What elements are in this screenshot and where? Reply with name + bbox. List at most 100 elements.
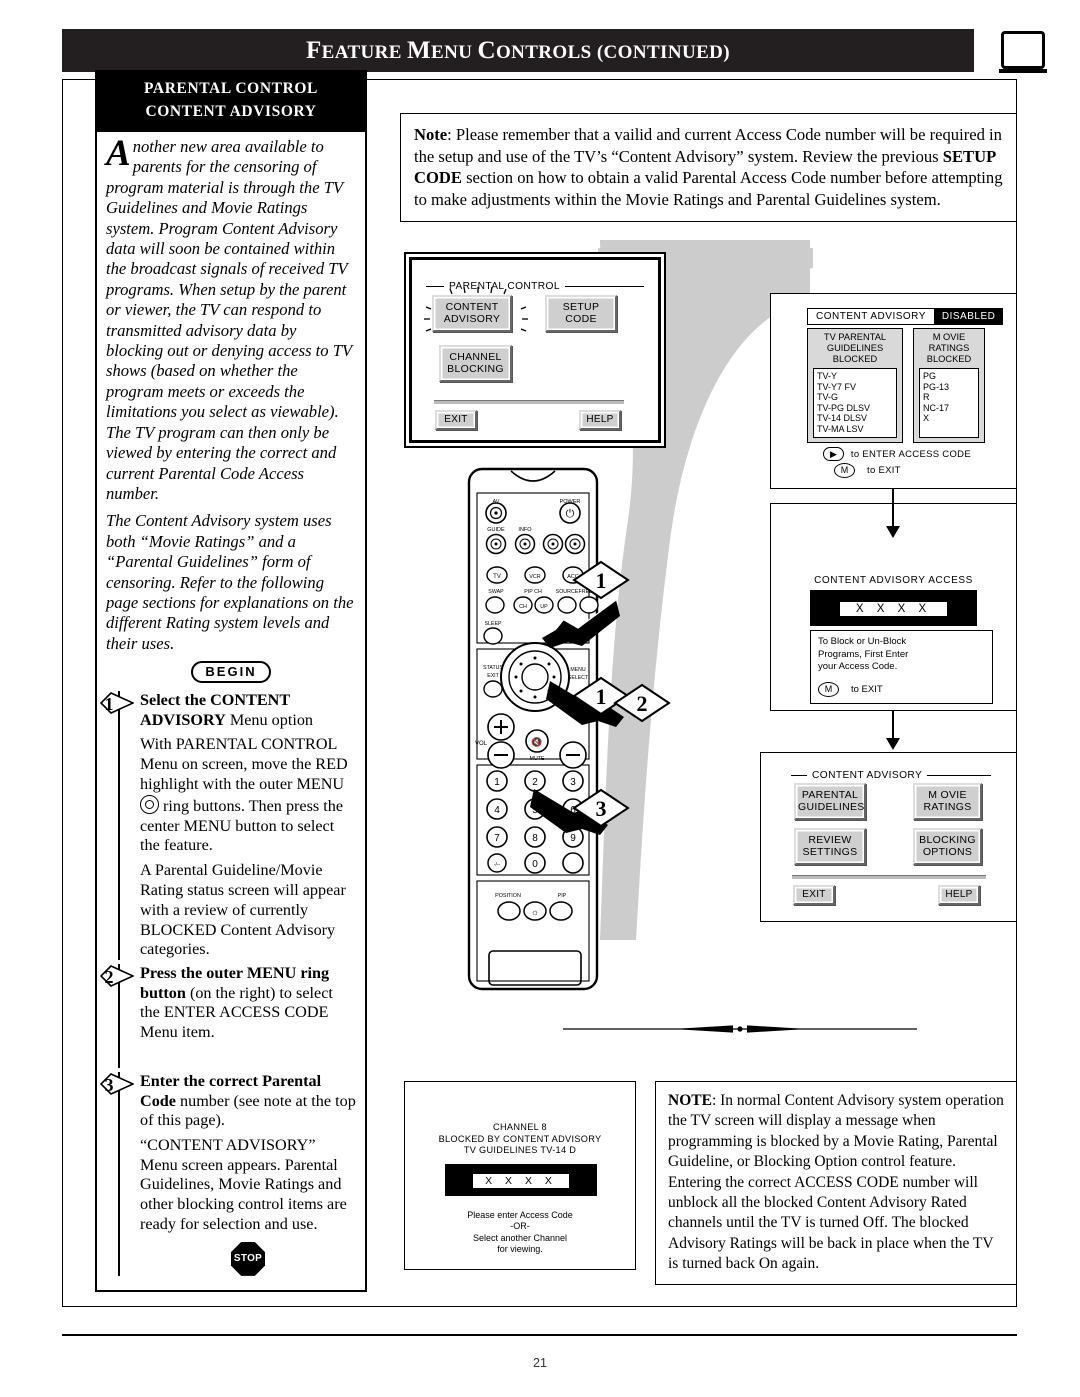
step-1-lead: Select the CONTENT ADVISORY Menu option xyxy=(140,691,356,730)
ca-btn-mr-l2: RATINGS xyxy=(923,801,972,814)
intro-paragraph-1: Another new area available to parents fo… xyxy=(106,135,356,504)
step-2: 2 Press the outer MENU ring button (on t… xyxy=(100,964,356,1069)
step-1-body-1a: With PARENTAL CONTROL Menu on screen, mo… xyxy=(140,735,348,793)
menu-ring-icon xyxy=(140,794,159,814)
status-tv-panel: TV PARENTAL GUIDELINES BLOCKED TV-Y TV-Y… xyxy=(807,328,903,443)
svg-text:2: 2 xyxy=(105,967,114,987)
step-3: 3 Enter the correct Parental Code number… xyxy=(100,1072,356,1276)
callout-3: 3 xyxy=(572,788,630,833)
note-bottom-label: NOTE xyxy=(668,1092,712,1109)
tv-rating-item: TV-PG DLSV xyxy=(817,402,871,413)
step-1-body-1: With PARENTAL CONTROL Menu on screen, mo… xyxy=(140,735,356,856)
menu-key-icon: M xyxy=(818,681,839,697)
access-instr-l3: your Access Code. xyxy=(818,661,898,672)
svg-text:TV: TV xyxy=(493,574,501,580)
blocked-footer: Please enter Access Code -OR- Select ano… xyxy=(405,1210,635,1256)
access-code-field[interactable]: X X X X xyxy=(810,590,977,626)
flow-arrow-2-head xyxy=(886,738,900,750)
blocked-foot-1: Please enter Access Code xyxy=(467,1210,573,1220)
status-hint-exit-label: to EXIT xyxy=(867,465,901,476)
step-1: 1 Select the CONTENT ADVISORY Menu optio… xyxy=(100,691,356,961)
svg-text:☼: ☼ xyxy=(531,907,539,917)
ca-button-help[interactable]: HELP xyxy=(938,885,980,906)
page-header-bar: FEATURE MENU CONTROLS (CONTINUED) xyxy=(62,29,974,72)
blocked-code-field[interactable]: X X X X xyxy=(445,1164,597,1196)
callout-1a: 1 xyxy=(572,560,630,605)
step-1-body-2: A Parental Guideline/Movie Rating status… xyxy=(140,861,346,959)
pc-button-channel-blocking[interactable]: CHANNEL BLOCKING xyxy=(439,345,512,382)
tv-rating-item: TV-MA LSV xyxy=(817,423,864,434)
page-number: 21 xyxy=(533,1356,547,1370)
tv-rating-item: TV-G xyxy=(817,392,839,403)
movie-rating-item: PG xyxy=(923,371,937,381)
svg-text:POSITION: POSITION xyxy=(495,893,521,899)
status-hint-enter-label: to ENTER ACCESS CODE xyxy=(850,448,971,460)
pc-button-help[interactable]: HELP xyxy=(579,410,621,431)
movie-rating-item: X xyxy=(923,413,930,424)
right-arrow-icon: ▶ xyxy=(823,447,844,461)
svg-text:PIP: PIP xyxy=(558,893,567,899)
status-movie-list: PG PG-13 R NC-17 X xyxy=(919,368,979,438)
note-bottom-body: : In normal Content Advisory system oper… xyxy=(668,1092,1004,1273)
blocked-foot-4: for viewing. xyxy=(497,1244,543,1255)
note-top-text-1: : Please remember that a vailid and curr… xyxy=(414,125,1002,166)
begin-badge: BEGIN xyxy=(191,661,271,684)
ca-button-exit[interactable]: EXIT xyxy=(793,885,835,906)
stop-badge-label: STOP xyxy=(233,1253,263,1265)
ca-button-review-settings[interactable]: REVIEW SETTINGS xyxy=(794,828,866,865)
ca-button-movie-ratings[interactable]: M OVIE RATINGS xyxy=(913,783,982,820)
intro-paragraph-2: The Content Advisory system uses both “M… xyxy=(106,511,354,653)
ca-btn-bo-l2: OPTIONS xyxy=(922,846,973,859)
sidebar-column: PARENTAL CONTROL CONTENT ADVISORY Anothe… xyxy=(95,70,367,1292)
blocked-line-2: BLOCKED BY CONTENT ADVISORY xyxy=(438,1133,602,1144)
blocked-line-3: TV GUIDELINES TV-14 D xyxy=(463,1145,577,1156)
status-tv-panel-title: TV PARENTAL GUIDELINES BLOCKED xyxy=(810,332,900,365)
status-title: CONTENT ADVISORY xyxy=(816,311,926,322)
note-bottom: NOTE: In normal Content Advisory system … xyxy=(655,1081,1017,1285)
ca-button-blocking-options[interactable]: BLOCKING OPTIONS xyxy=(913,828,982,865)
svg-text:3: 3 xyxy=(105,1075,114,1095)
access-instr-l2: Programs, First Enter xyxy=(818,648,909,660)
status-hint-exit: M to EXIT xyxy=(834,463,901,478)
tv-rating-item: TV-Y7 FV xyxy=(817,381,857,392)
status-hint-enter: ▶ to ENTER ACCESS CODE xyxy=(823,447,971,461)
access-hint-exit: M to EXIT xyxy=(818,681,985,697)
sidebar-heading-line1: PARENTAL CONTROL xyxy=(144,80,318,97)
svg-text:1: 1 xyxy=(494,777,500,788)
pc-button-exit[interactable]: EXIT xyxy=(435,410,477,431)
note-top: Note: Please remember that a vailid and … xyxy=(400,113,1017,223)
pc-button-setup-code-l2: CODE xyxy=(565,313,597,326)
svg-text:2: 2 xyxy=(637,691,648,716)
svg-text:STATUS: STATUS xyxy=(483,665,503,671)
sidebar-body: Another new area available to parents fo… xyxy=(95,132,367,1292)
access-code-mask: X X X X xyxy=(839,602,948,616)
svg-text:GUIDE: GUIDE xyxy=(487,527,505,533)
flow-arrow-1-head xyxy=(886,526,900,538)
pc-button-channel-blocking-l1: CHANNEL xyxy=(449,351,502,363)
step-1-body-1b: ring buttons. Then press the center MENU… xyxy=(140,796,344,855)
pc-button-setup-code-l1: SETUP xyxy=(562,301,600,313)
svg-text:⏻: ⏻ xyxy=(566,508,575,520)
status-tv-title-l2: GUIDELINES xyxy=(826,343,884,353)
status-movie-title-l2: RATINGS xyxy=(928,343,970,353)
ca-btn-rs-l2: SETTINGS xyxy=(802,846,858,859)
status-movie-panel-title: M OVIE RATINGS BLOCKED xyxy=(916,332,982,365)
ca-legend-label: CONTENT ADVISORY xyxy=(812,770,923,781)
sidebar-heading: PARENTAL CONTROL CONTENT ADVISORY xyxy=(95,70,367,132)
stop-badge: STOP xyxy=(231,1241,265,1276)
access-instr-l1: To Block or Un-Block xyxy=(818,636,907,647)
flow-arrow-1-line xyxy=(892,489,894,528)
ca-btn-pg-l2: GUIDELINES xyxy=(798,801,865,814)
movie-rating-item: R xyxy=(923,392,930,403)
ca-btn-pg-l1: PARENTAL xyxy=(801,789,859,801)
access-title: CONTENT ADVISORY ACCESS xyxy=(814,575,973,586)
svg-text:1: 1 xyxy=(105,694,114,714)
svg-text:1: 1 xyxy=(596,684,607,709)
access-instruction-box: To Block or Un-Block Programs, First Ent… xyxy=(810,630,993,704)
ca-separator xyxy=(792,875,986,879)
step-3-lead: Enter the correct Parental Code number (… xyxy=(140,1072,356,1131)
ca-button-parental-guidelines[interactable]: PARENTAL GUIDELINES xyxy=(794,783,866,820)
blocked-line-1: CHANNEL 8 xyxy=(493,1122,547,1132)
pc-button-setup-code[interactable]: SETUP CODE xyxy=(545,295,617,332)
step-2-marker: 2 xyxy=(100,965,134,987)
